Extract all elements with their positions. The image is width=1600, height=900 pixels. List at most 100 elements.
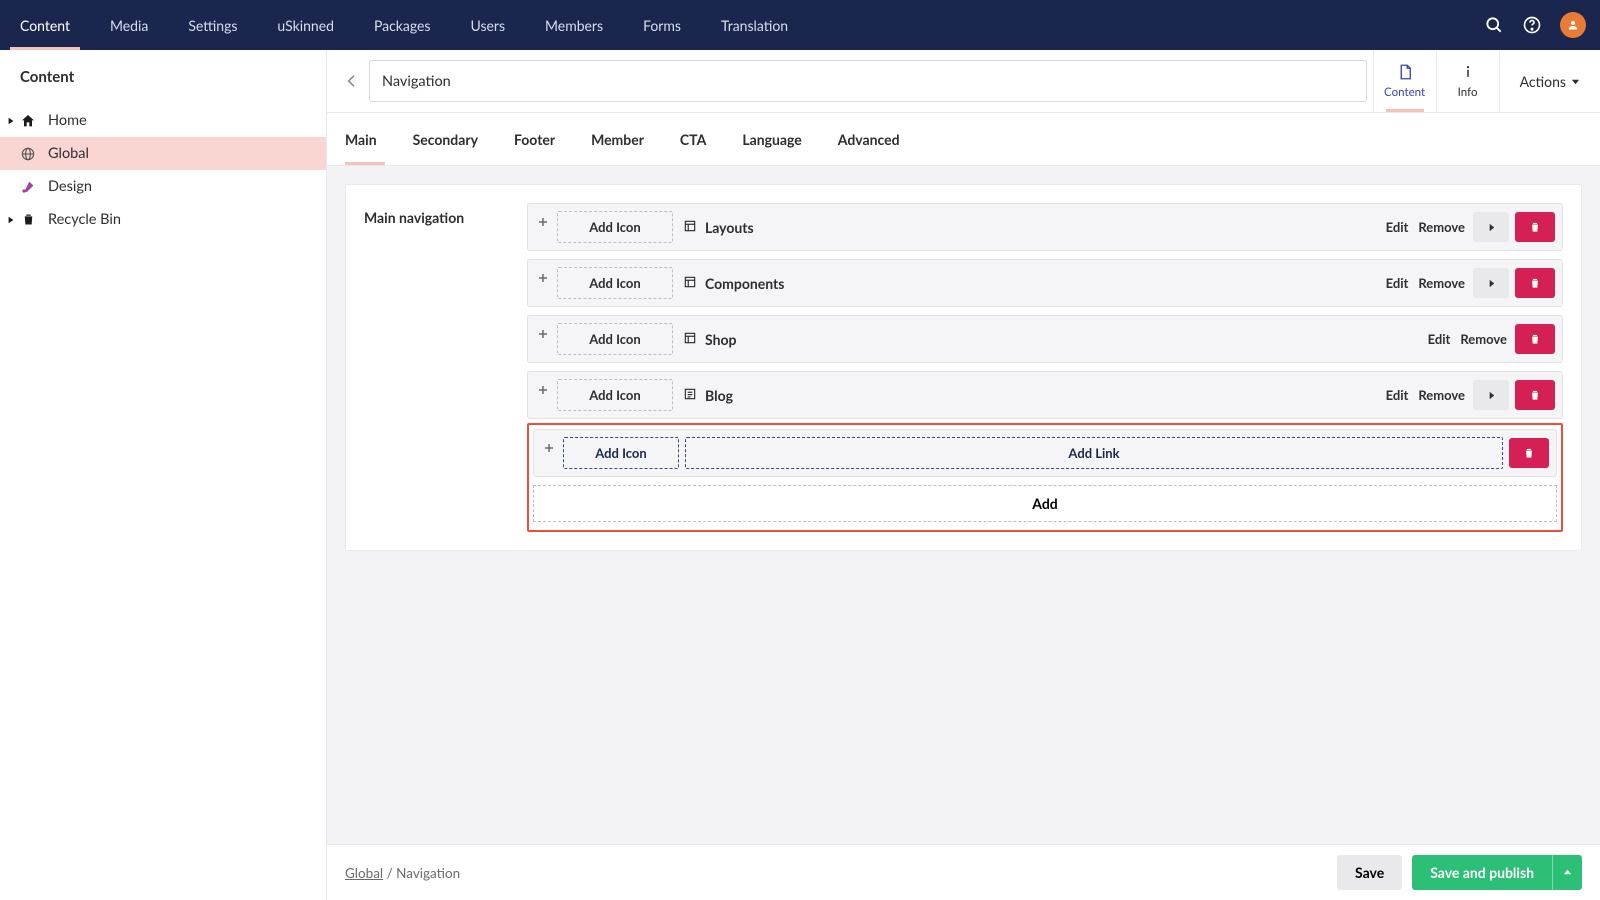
caret-up-icon	[1563, 868, 1572, 877]
nav-item-actions: Edit Remove	[1384, 268, 1555, 298]
expand-button[interactable]	[1473, 380, 1509, 410]
edit-action[interactable]: Edit	[1384, 275, 1411, 291]
delete-button[interactable]	[1509, 438, 1549, 468]
node-title-input[interactable]	[369, 60, 1367, 102]
content-tab-footer[interactable]: Footer	[496, 113, 573, 165]
add-before-handle[interactable]	[535, 211, 551, 227]
tree-item-home[interactable]: Home	[0, 104, 326, 137]
content-tab-member[interactable]: Member	[573, 113, 662, 165]
add-before-handle[interactable]	[541, 437, 557, 453]
tree-item-recycle-bin[interactable]: Recycle Bin	[0, 203, 326, 236]
publish-button-group: Save and publish	[1412, 855, 1582, 890]
section-label: Main navigation	[364, 203, 509, 532]
save-button[interactable]: Save	[1337, 855, 1402, 890]
add-icon-button[interactable]: Add Icon	[557, 211, 673, 243]
remove-action[interactable]: Remove	[1416, 387, 1467, 403]
editor-app-info[interactable]: Info	[1437, 50, 1500, 112]
remove-action[interactable]: Remove	[1458, 331, 1509, 347]
breadcrumb: Global / Navigation	[345, 865, 460, 881]
delete-button[interactable]	[1515, 268, 1555, 298]
blog-icon	[683, 387, 697, 404]
top-nav-right	[1484, 12, 1586, 38]
add-icon-button[interactable]: Add Icon	[557, 323, 673, 355]
layout-icon	[683, 275, 697, 292]
delete-button[interactable]	[1515, 324, 1555, 354]
nav-item-link[interactable]: Shop	[679, 331, 1420, 348]
info-icon	[1459, 63, 1477, 84]
topnav-tab-packages[interactable]: Packages	[354, 0, 451, 50]
add-before-handle[interactable]	[535, 267, 551, 283]
editor-footer: Global / Navigation Save Save and publis…	[327, 844, 1600, 900]
breadcrumb-root[interactable]: Global	[345, 865, 383, 881]
delete-button[interactable]	[1515, 380, 1555, 410]
expand-button[interactable]	[1473, 212, 1509, 242]
expand-button[interactable]	[1473, 268, 1509, 298]
add-icon-button[interactable]: Add Icon	[557, 379, 673, 411]
editor-body: Main navigation Add Icon Layouts Edit Remov…	[327, 166, 1600, 844]
content-tree: Home Global Design Recycle Bin	[0, 104, 326, 236]
topnav-tab-translation[interactable]: Translation	[701, 0, 808, 50]
add-before-handle[interactable]	[535, 323, 551, 339]
topnav-tab-media[interactable]: Media	[90, 0, 168, 50]
content-tab-cta[interactable]: CTA	[662, 113, 724, 165]
nav-item-link[interactable]: Layouts	[679, 219, 1378, 236]
nav-row: Add Icon Shop Edit Remove	[527, 315, 1563, 363]
user-avatar[interactable]	[1560, 12, 1586, 38]
edit-action[interactable]: Edit	[1384, 387, 1411, 403]
topnav-tab-settings[interactable]: Settings	[168, 0, 257, 50]
tree-item-global[interactable]: Global	[0, 137, 326, 170]
tree-item-label: Home	[48, 112, 87, 129]
tree-item-design[interactable]: Design	[0, 170, 326, 203]
content-tab-secondary[interactable]: Secondary	[395, 113, 496, 165]
content-tab-main[interactable]: Main	[345, 113, 395, 165]
editor-app-label: Info	[1458, 86, 1478, 99]
editor-main: ContentInfo Actions MainSecondaryFooterM…	[327, 50, 1600, 900]
content-tabs: MainSecondaryFooterMemberCTALanguageAdva…	[327, 113, 1600, 166]
tree-caret-icon[interactable]	[4, 117, 18, 125]
add-icon-button[interactable]: Add Icon	[563, 437, 679, 469]
delete-button[interactable]	[1515, 212, 1555, 242]
help-icon[interactable]	[1522, 15, 1542, 35]
caret-down-icon	[1571, 77, 1580, 86]
nav-item-actions: Edit Remove	[1384, 380, 1555, 410]
topnav-tab-members[interactable]: Members	[525, 0, 623, 50]
add-before-handle[interactable]	[535, 379, 551, 395]
nav-row: Add Icon Blog Edit Remove	[527, 371, 1563, 419]
topnav-tab-forms[interactable]: Forms	[623, 0, 701, 50]
search-icon[interactable]	[1484, 15, 1504, 35]
layout-icon	[683, 331, 697, 348]
remove-action[interactable]: Remove	[1416, 219, 1467, 235]
nav-item-title: Shop	[705, 331, 736, 348]
nav-item-link[interactable]: Blog	[679, 387, 1378, 404]
save-and-publish-button[interactable]: Save and publish	[1412, 855, 1552, 890]
topnav-tab-users[interactable]: Users	[450, 0, 525, 50]
editor-apps: Content Info	[1373, 50, 1500, 112]
edit-action[interactable]: Edit	[1426, 331, 1453, 347]
add-row-button[interactable]: Add	[533, 485, 1557, 522]
nav-item-actions: Edit Remove	[1426, 324, 1555, 354]
editor-app-label: Content	[1384, 86, 1425, 99]
editor-app-content[interactable]: Content	[1374, 50, 1437, 112]
brush-icon	[18, 179, 38, 195]
add-link-button[interactable]: Add Link	[685, 437, 1503, 469]
tree-item-label: Global	[48, 145, 89, 162]
nav-item-link[interactable]: Components	[679, 275, 1378, 292]
add-icon-button[interactable]: Add Icon	[557, 267, 673, 299]
topnav-tab-content[interactable]: Content	[0, 0, 90, 50]
tree-caret-icon[interactable]	[4, 216, 18, 224]
actions-label: Actions	[1520, 73, 1566, 90]
actions-menu[interactable]: Actions	[1500, 50, 1600, 112]
edit-action[interactable]: Edit	[1384, 219, 1411, 235]
main-navigation-panel: Main navigation Add Icon Layouts Edit Remov…	[345, 184, 1582, 551]
tree-item-label: Design	[48, 178, 92, 195]
content-tab-language[interactable]: Language	[724, 113, 819, 165]
top-nav-tabs: ContentMediaSettingsuSkinnedPackagesUser…	[0, 0, 808, 50]
trash-icon	[18, 212, 38, 227]
topnav-tab-uskinned[interactable]: uSkinned	[257, 0, 354, 50]
remove-action[interactable]: Remove	[1416, 275, 1467, 291]
content-tab-advanced[interactable]: Advanced	[820, 113, 918, 165]
back-button[interactable]	[335, 50, 369, 112]
publish-dropdown-button[interactable]	[1552, 855, 1582, 890]
top-nav: ContentMediaSettingsuSkinnedPackagesUser…	[0, 0, 1600, 50]
content-tree-sidebar: Content HomeGlobalDesignRecycle Bin	[0, 50, 327, 900]
